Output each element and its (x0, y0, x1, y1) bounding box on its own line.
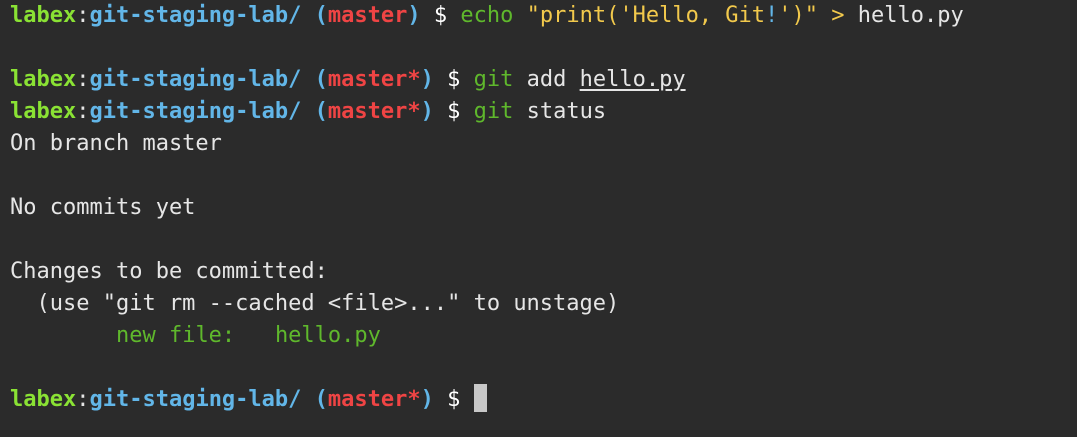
prompt-user: labex (10, 3, 77, 28)
command-file-link[interactable]: hello.py (580, 67, 686, 92)
command-redirect: > (831, 3, 845, 28)
prompt-user: labex (10, 67, 77, 92)
terminal-line-git-status: labex:git-staging-lab/ (master*) $ git s… (10, 96, 1067, 128)
command-string-bang: ! (765, 3, 779, 28)
command-name: echo (460, 3, 514, 28)
prompt-user: labex (10, 387, 77, 412)
command-subcommand: status (526, 99, 607, 124)
command-string-start: "print('Hello, Git (526, 3, 766, 28)
prompt-dollar: $ (447, 67, 461, 92)
output-no-commits: No commits yet (10, 195, 196, 220)
prompt-branch: master* (327, 387, 421, 412)
command-name: git (473, 99, 514, 124)
prompt-path: git-staging-lab/ (89, 387, 302, 412)
prompt-close-paren: ) (420, 387, 434, 412)
terminal-window[interactable]: labex:git-staging-lab/ (master) $ echo "… (0, 0, 1077, 437)
prompt-dollar: $ (447, 99, 461, 124)
prompt-separator: : (76, 387, 90, 412)
prompt-dollar: $ (433, 3, 448, 28)
terminal-line-echo: labex:git-staging-lab/ (master) $ echo "… (10, 0, 1067, 32)
terminal-line-active-prompt[interactable]: labex:git-staging-lab/ (master*) $ (10, 384, 1067, 416)
prompt-close-paren: ) (407, 3, 421, 28)
terminal-line-git-add: labex:git-staging-lab/ (master*) $ git a… (10, 64, 1067, 96)
output-unstage-hint: (use "git rm --cached <file>..." to unst… (10, 291, 620, 316)
prompt-open-paren: ( (314, 3, 328, 28)
prompt-separator: : (76, 67, 90, 92)
command-name: git (473, 67, 514, 92)
prompt-user: labex (10, 99, 77, 124)
staged-label: new file: (115, 323, 236, 348)
output-changes-header: Changes to be committed: (10, 259, 328, 284)
prompt-close-paren: ) (420, 67, 434, 92)
prompt-dollar: $ (447, 387, 461, 412)
prompt-close-paren: ) (420, 99, 434, 124)
prompt-separator: : (76, 3, 90, 28)
prompt-branch: master* (327, 99, 421, 124)
prompt-branch: master* (327, 67, 421, 92)
output-on-branch: On branch master (10, 131, 222, 156)
command-string-end: ')" (778, 3, 819, 28)
command-subcommand: add (526, 67, 567, 92)
prompt-path: git-staging-lab/ (89, 99, 302, 124)
prompt-open-paren: ( (314, 99, 328, 124)
output-staged-entry: new file: hello.py (10, 320, 1067, 352)
prompt-separator: : (76, 99, 90, 124)
prompt-path: git-staging-lab/ (89, 3, 302, 28)
prompt-path: git-staging-lab/ (89, 67, 302, 92)
terminal-cursor[interactable] (473, 384, 487, 412)
staged-file: hello.py (274, 323, 381, 348)
prompt-open-paren: ( (314, 67, 328, 92)
command-target-file: hello.py (857, 3, 964, 28)
prompt-open-paren: ( (314, 387, 328, 412)
prompt-branch: master (327, 3, 408, 28)
